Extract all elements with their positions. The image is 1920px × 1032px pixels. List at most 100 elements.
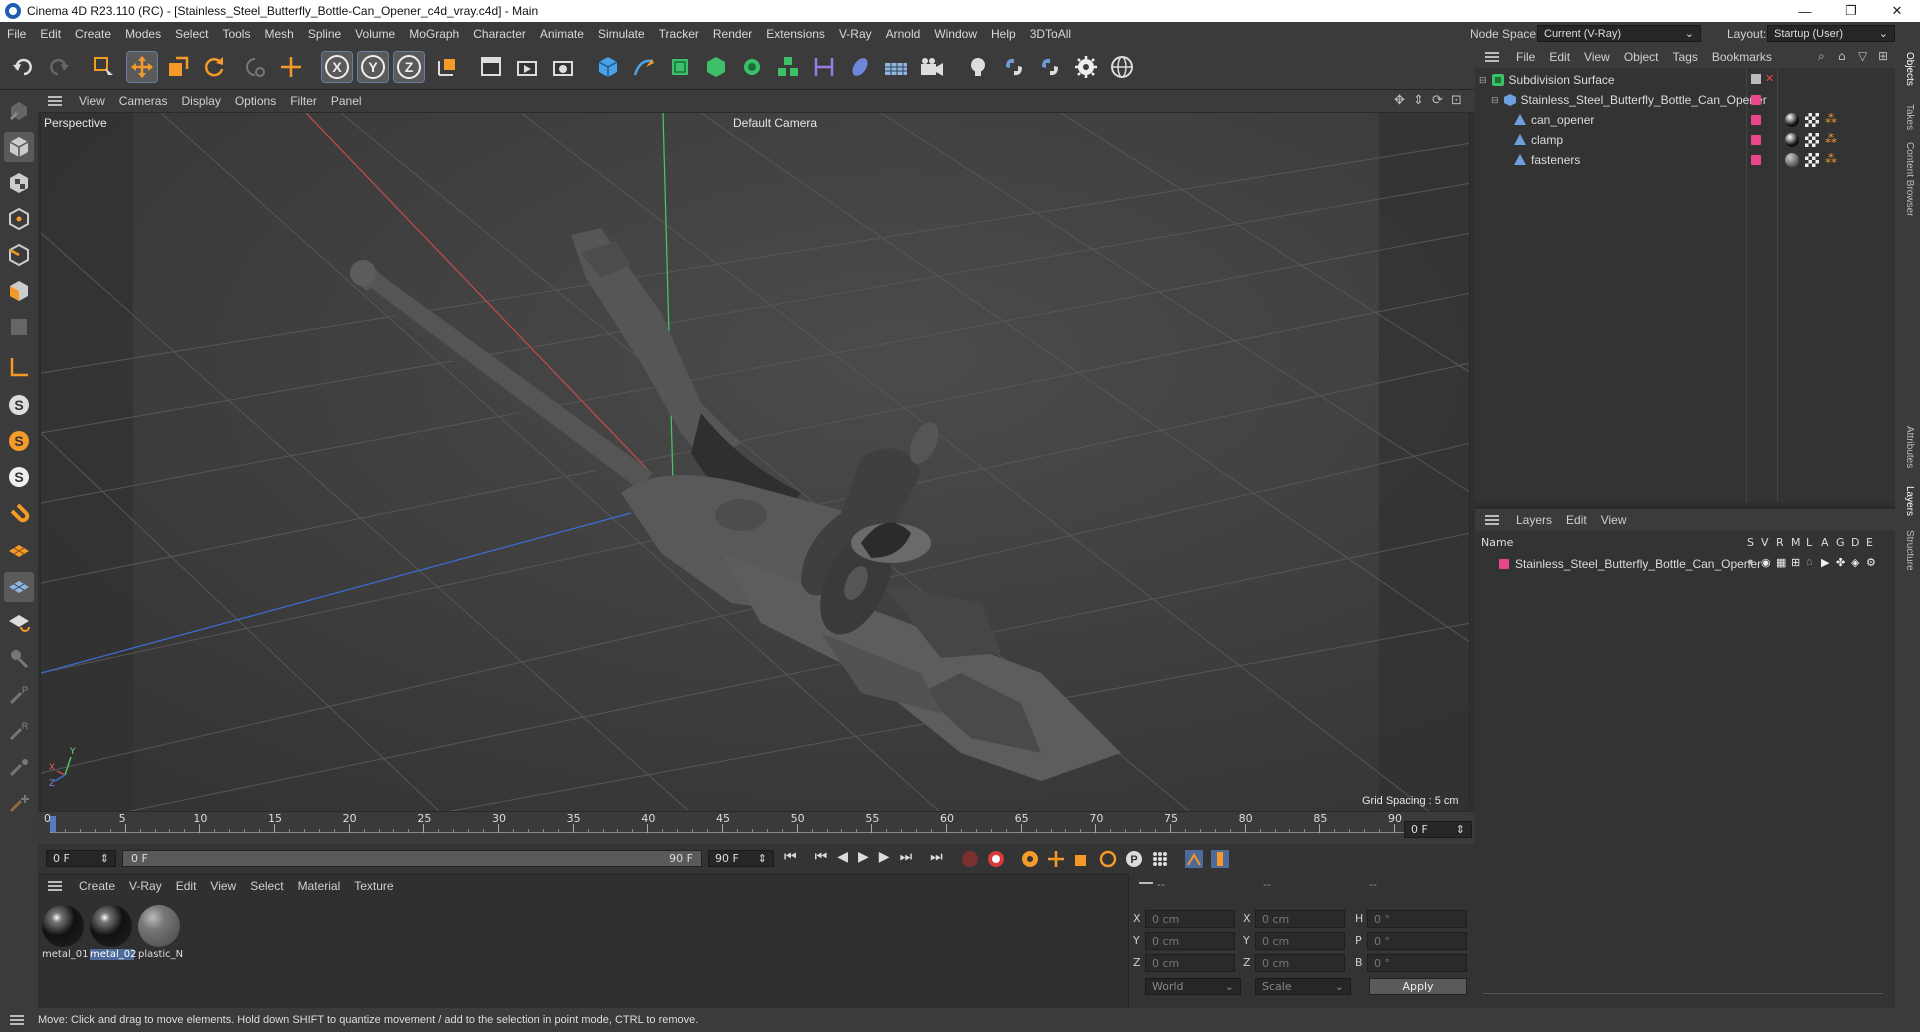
node-space-select[interactable]: Current (V-Ray) ⌄ [1537,25,1701,42]
key-move-icon[interactable] [1046,849,1066,869]
size-y-field[interactable]: 0 cm [1255,932,1345,950]
texture-mode-button[interactable] [4,168,34,198]
key-grid-icon[interactable] [1150,849,1170,869]
polygons-mode-button[interactable] [4,276,34,306]
edges-mode-button[interactable] [4,240,34,270]
points-mode-button[interactable] [4,204,34,234]
menu-edit[interactable]: Edit [33,27,68,41]
mograph-button[interactable] [773,52,803,82]
maximize-button[interactable]: ❐ [1828,0,1874,22]
web-button[interactable] [1107,52,1137,82]
menu-window[interactable]: Window [927,27,984,41]
disabled-x-icon[interactable]: ✕ [1765,72,1774,85]
object-row-fasteners[interactable]: fasteners ⁂ [1475,150,1895,170]
prev-key-icon[interactable]: ⏮ [815,849,828,865]
sculpt-brush-button[interactable] [4,644,34,674]
menu-vray[interactable]: V-Ray [832,27,879,41]
menu-help[interactable]: Help [984,27,1023,41]
menu-mesh[interactable]: Mesh [257,27,300,41]
menu-spline[interactable]: Spline [301,27,348,41]
locked-workplane-button[interactable] [4,608,34,638]
side-tab-objects[interactable]: Objects [1904,52,1915,86]
layer-col-manager[interactable]: M [1791,536,1801,549]
uv-mode-button[interactable] [4,312,34,342]
next-key-icon[interactable]: ⏭ [900,849,913,865]
spline-pen-button[interactable] [629,52,659,82]
workplane-button[interactable] [4,536,34,566]
layer-expression-icon[interactable]: ⚙ [1866,556,1876,569]
timeline-ruler[interactable]: 0 5 10 15 20 25 30 35 40 45 50 55 60 65 70 75 80 85 90 0 F… [38,812,1475,844]
render-view-button[interactable] [512,52,542,82]
pos-x-field[interactable]: 0 cm [1145,910,1235,928]
layer-generator-icon[interactable]: ✤ [1836,556,1845,569]
viewport-maximize-icon[interactable]: ⊡ [1451,93,1462,108]
z-axis-lock-button[interactable]: Z [393,51,425,83]
render-settings-button[interactable] [548,52,578,82]
object-row-subdivision-surface[interactable]: ⊟ Subdivision Surface ✕ [1475,70,1895,90]
side-tab-structure[interactable]: Structure [1904,530,1915,571]
filter-icon[interactable]: ▽ [1858,49,1867,63]
menu-3dtoall[interactable]: 3DToAll [1023,27,1078,41]
menu-volume[interactable]: Volume [348,27,402,41]
layer-col-lock[interactable]: L [1806,536,1812,549]
side-tab-takes[interactable]: Takes [1904,104,1915,130]
pos-z-field[interactable]: 0 cm [1145,954,1235,972]
go-to-end-icon[interactable]: ⏭ [930,849,943,865]
pos-y-field[interactable]: 0 cm [1145,932,1235,950]
layer-render-icon[interactable]: ▦ [1776,556,1786,569]
horizontal-scrollbar[interactable] [1483,993,1883,999]
record-icon[interactable] [986,849,1006,869]
render-region-button[interactable] [476,52,506,82]
camera-label[interactable]: Default Camera [733,116,817,130]
collapse-icon[interactable]: ⊟ [1479,75,1487,86]
live-selection-button[interactable] [88,52,118,82]
material-item[interactable]: metal_01 [42,905,88,961]
key-scale-icon[interactable] [1072,849,1092,869]
move-tool-button[interactable] [126,51,158,83]
viewport-menu-options[interactable]: Options [228,94,283,108]
minimize-button[interactable]: — [1782,0,1828,22]
hamburger-icon[interactable] [10,1015,24,1025]
viewport-dolly-icon[interactable]: ⇕ [1413,93,1424,108]
rot-h-field[interactable]: 0 ° [1367,910,1467,928]
prev-frame-icon[interactable]: ◀ [837,849,848,865]
current-frame-field[interactable]: 0 F ⇕ [1404,821,1472,838]
object-menu-file[interactable]: File [1509,50,1542,64]
magnet-tool-button[interactable] [4,500,34,530]
light-button[interactable] [963,52,993,82]
viewport-menu-view[interactable]: View [72,94,112,108]
hamburger-icon[interactable] [1485,52,1499,62]
material-menu-select[interactable]: Select [243,879,290,893]
layer-col-deformers[interactable]: D [1851,536,1859,549]
object-menu-tags[interactable]: Tags [1666,50,1705,64]
side-tab-attributes[interactable]: Attributes [1904,426,1915,468]
paint-tool-button[interactable]: P [4,680,34,710]
layer-animation-icon[interactable]: ▶ [1821,556,1829,569]
timeline-window-icon[interactable] [1184,849,1204,869]
relax-tool-button[interactable]: R [4,716,34,746]
play-icon[interactable]: ▶ [858,849,869,865]
layer-manager-icon[interactable]: ⊞ [1791,556,1800,569]
rotate-tool-button[interactable] [199,52,229,82]
viewport-menu-display[interactable]: Display [174,94,227,108]
visibility-check-icon[interactable] [1751,74,1761,84]
scale-tool-button[interactable] [163,52,193,82]
end-frame-field[interactable]: 90 F ⇕ [708,850,774,867]
playhead[interactable] [50,816,56,832]
field-button[interactable] [845,52,875,82]
menu-extensions[interactable]: Extensions [759,27,832,41]
undo-button[interactable] [8,52,38,82]
vray-tag-icon[interactable]: ⁂ [1825,132,1837,146]
material-menu-texture[interactable]: Texture [347,879,400,893]
layer-color-tag[interactable] [1751,115,1761,125]
key-rotate-icon[interactable] [1098,849,1118,869]
grid-plane-button[interactable] [4,572,34,602]
layer-col-render[interactable]: R [1776,536,1784,549]
floor-button[interactable] [881,52,911,82]
viewport-menu-filter[interactable]: Filter [283,94,324,108]
material-item[interactable]: metal_02 [90,905,136,961]
layer-col-generators[interactable]: G [1836,536,1845,549]
hamburger-icon[interactable] [48,96,62,106]
material-menu-edit[interactable]: Edit [169,879,204,893]
x-axis-lock-button[interactable]: X [321,51,353,83]
